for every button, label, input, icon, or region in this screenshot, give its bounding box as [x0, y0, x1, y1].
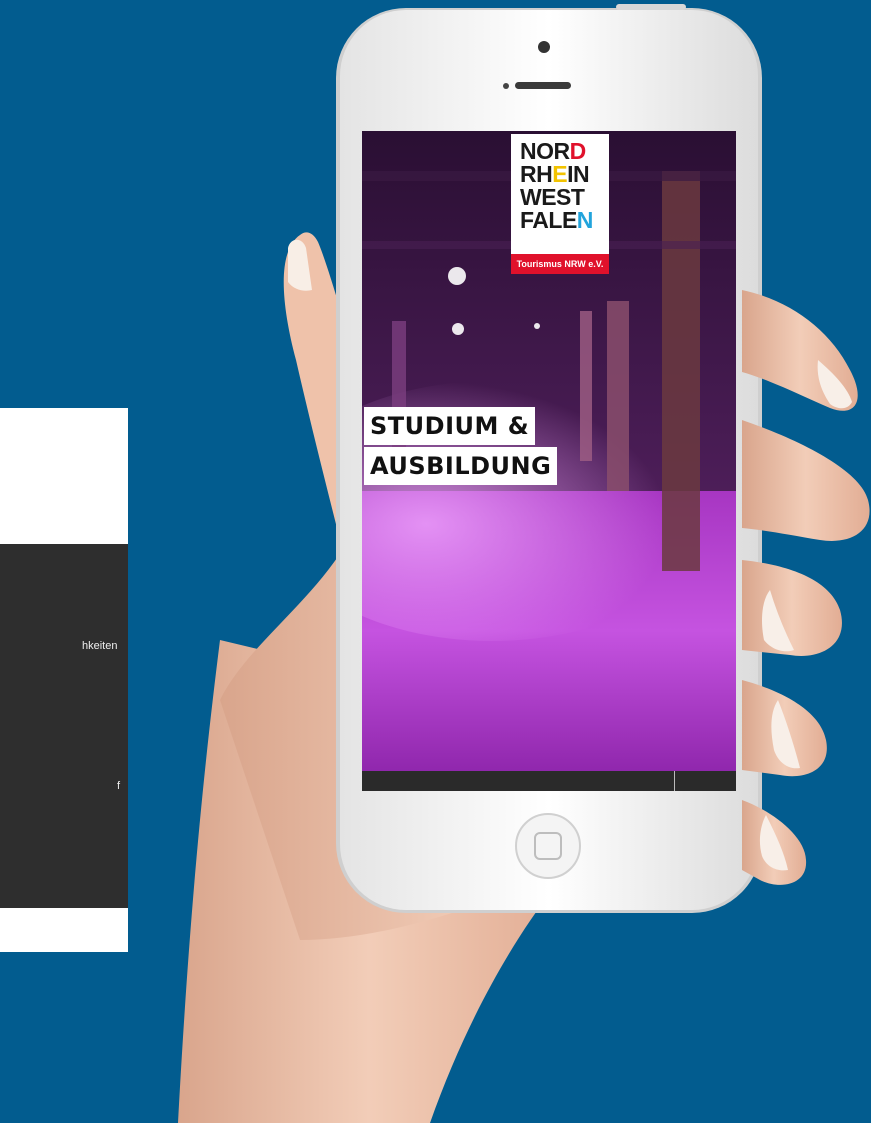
screen-bottom-bar: [362, 771, 736, 791]
headline-line-1: STUDIUM &: [364, 407, 536, 445]
logo-line-1: NORD: [520, 138, 586, 164]
home-button-icon: [515, 813, 581, 879]
bottom-bar-divider: [674, 771, 675, 791]
speaker-icon: [515, 82, 571, 89]
ring-finger: [742, 560, 842, 656]
headline-line-2: AUSBILDUNG: [364, 447, 558, 485]
nrw-logo: NORD RHEIN WEST FALEN Tourismus NRW e.V.: [511, 134, 609, 280]
logo-line-3: WEST: [520, 184, 585, 210]
front-camera-icon: [538, 41, 550, 53]
logo-line-4: FALEN: [520, 207, 593, 233]
phone-screen: NORD RHEIN WEST FALEN Tourismus NRW e.V.…: [362, 131, 736, 791]
middle-finger: [742, 420, 870, 541]
logo-line-2: RHEIN: [520, 161, 590, 187]
logo-tagline: Tourismus NRW e.V.: [511, 254, 609, 274]
